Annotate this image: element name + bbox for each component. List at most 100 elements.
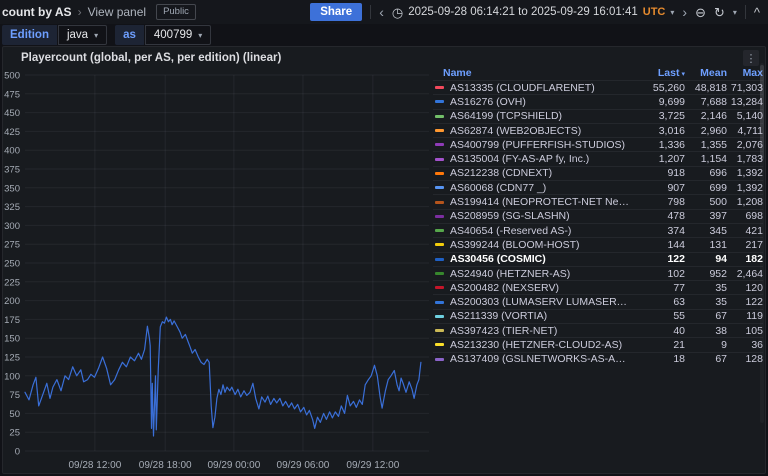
series-color-swatch bbox=[435, 171, 444, 175]
series-mean-value: 345 bbox=[709, 224, 727, 237]
series-name[interactable]: AS200482 (NEXSERV) bbox=[450, 282, 629, 294]
series-color-swatch bbox=[435, 143, 444, 147]
series-last-value: 40 bbox=[673, 324, 685, 337]
as-value: 400799 bbox=[153, 29, 193, 41]
series-max-value: 120 bbox=[745, 281, 763, 294]
series-name[interactable]: AS135004 (FY-AS-AP fy, Inc.) bbox=[450, 153, 629, 165]
column-header-last[interactable]: Last ▾ bbox=[629, 67, 685, 79]
legend-row[interactable]: AS13335 (CLOUDFLARENET) 55,260 48,818 71,30… bbox=[433, 80, 763, 94]
legend-row[interactable]: AS60068 (CDN77 _) 907 699 1,392 bbox=[433, 180, 763, 194]
legend-row[interactable]: AS397423 (TIER-NET) 40 38 105 bbox=[433, 323, 763, 337]
series-name[interactable]: AS397423 (TIER-NET) bbox=[450, 325, 629, 337]
time-range-picker[interactable]: ◷ 2025-09-28 06:14:21 to 2025-09-29 16:0… bbox=[392, 6, 675, 19]
series-name[interactable]: AS24940 (HETZNER-AS) bbox=[450, 268, 629, 280]
series-name[interactable]: AS62874 (WEB2OBJECTS) bbox=[450, 125, 629, 137]
series-mean-value: 2,146 bbox=[700, 110, 727, 123]
chevron-down-icon: ▾ bbox=[94, 30, 99, 40]
series-max-value: 182 bbox=[745, 253, 763, 266]
time-shift-forward-icon[interactable]: › bbox=[682, 5, 687, 19]
legend-row[interactable]: AS40654 (-Reserved AS-) 374 345 421 bbox=[433, 222, 763, 237]
series-max-value: 5,140 bbox=[736, 110, 763, 123]
series-name[interactable]: AS399244 (BLOOM-HOST) bbox=[450, 239, 629, 251]
series-name[interactable]: AS60068 (CDN77 _) bbox=[450, 182, 629, 194]
series-name[interactable]: AS400799 (PUFFERFISH-STUDIOS) bbox=[450, 139, 629, 151]
legend-row[interactable]: AS64199 (TCPSHIELD) 3,725 2,146 5,140 bbox=[433, 108, 763, 123]
series-color-swatch bbox=[435, 229, 444, 233]
time-shift-back-icon[interactable]: ‹ bbox=[379, 5, 384, 19]
series-mean-value: 952 bbox=[709, 267, 727, 280]
column-header-name[interactable]: Name bbox=[433, 67, 629, 79]
legend-row[interactable]: AS16276 (OVH) 9,699 7,688 13,284 bbox=[433, 94, 763, 108]
refresh-icon[interactable]: ↻ bbox=[714, 6, 725, 19]
legend-row[interactable]: AS400799 (PUFFERFISH-STUDIOS) 1,336 1,355 2… bbox=[433, 137, 763, 151]
series-last-value: 63 bbox=[673, 296, 685, 309]
series-name[interactable]: AS212238 (CDNEXT) bbox=[450, 167, 629, 179]
column-header-mean[interactable]: Mean bbox=[685, 67, 727, 79]
series-color-swatch bbox=[435, 329, 444, 333]
series-last-value: 77 bbox=[673, 281, 685, 294]
legend-row[interactable]: AS62874 (WEB2OBJECTS) 3,016 2,960 4,711 bbox=[433, 122, 764, 137]
legend-row[interactable]: AS211339 (VORTIA) 55 67 119 bbox=[433, 308, 763, 323]
svg-text:500: 500 bbox=[4, 71, 20, 82]
series-max-value: 1,783 bbox=[736, 153, 763, 166]
series-mean-value: 699 bbox=[709, 181, 727, 194]
series-last-value: 18 bbox=[673, 353, 685, 366]
series-name[interactable]: AS64199 (TCPSHIELD) bbox=[450, 110, 629, 122]
series-max-value: 2,464 bbox=[736, 267, 763, 280]
series-name[interactable]: AS137409 (GSLNETWORKS-AS-AP GSL Networks… bbox=[450, 353, 629, 365]
legend-row[interactable]: AS399244 (BLOOM-HOST) 144 131 217 bbox=[433, 237, 763, 251]
svg-text:125: 125 bbox=[4, 353, 20, 364]
svg-text:450: 450 bbox=[4, 108, 20, 119]
series-last-value: 374 bbox=[667, 224, 685, 237]
legend-row[interactable]: AS24940 (HETZNER-AS) 102 952 2,464 bbox=[433, 265, 763, 280]
series-mean-value: 38 bbox=[715, 324, 727, 337]
series-last-value: 478 bbox=[667, 210, 685, 223]
timeseries-panel: Playercount (global, per AS, per edition… bbox=[2, 46, 766, 474]
refresh-interval-chevron-icon[interactable]: ▾ bbox=[733, 8, 737, 17]
series-name[interactable]: AS208959 (SG-SLASHN) bbox=[450, 210, 629, 222]
timeseries-chart[interactable]: 0 25 50 75 100 125 150 175 200 225 250 275 300 325 350… bbox=[1, 63, 433, 476]
legend-header-row: Name Last ▾ Mean Max bbox=[433, 65, 763, 80]
edition-select[interactable]: java ▾ bbox=[57, 25, 108, 45]
legend-row[interactable]: AS200482 (NEXSERV) 77 35 120 bbox=[433, 280, 763, 294]
legend-row[interactable]: AS137409 (GSLNETWORKS-AS-AP GSL Networks… bbox=[433, 351, 763, 366]
share-button[interactable]: Share bbox=[310, 3, 363, 21]
series-name[interactable]: AS40654 (-Reserved AS-) bbox=[450, 225, 629, 237]
series-name[interactable]: AS199414 (NEOPROTECT-NET NeoProtect) bbox=[450, 196, 629, 208]
legend-row[interactable]: AS200303 (LUMASERV LUMASERV GmbH) 63 35 122 bbox=[433, 294, 763, 308]
as-select[interactable]: 400799 ▾ bbox=[144, 25, 212, 45]
series-name[interactable]: AS13335 (CLOUDFLARENET) bbox=[450, 82, 629, 94]
legend-rows: AS13335 (CLOUDFLARENET) 55,260 48,818 71,30… bbox=[433, 80, 763, 366]
column-header-max[interactable]: Max bbox=[727, 67, 763, 79]
series-max-value: 128 bbox=[745, 353, 763, 366]
breadcrumb-dashboard[interactable]: count by AS bbox=[2, 5, 72, 19]
public-badge: Public bbox=[156, 4, 196, 20]
legend-scrollbar-thumb[interactable] bbox=[760, 65, 764, 160]
legend-row[interactable]: AS30456 (COSMIC) 122 94 182 bbox=[433, 251, 763, 266]
series-mean-value: 48,818 bbox=[694, 81, 727, 94]
svg-text:09/28 12:00: 09/28 12:00 bbox=[68, 460, 121, 471]
series-name[interactable]: AS213230 (HETZNER-CLOUD2-AS) bbox=[450, 339, 629, 351]
legend-row[interactable]: AS208959 (SG-SLASHN) 478 397 698 bbox=[433, 208, 763, 223]
series-max-value: 4,711 bbox=[737, 124, 764, 137]
series-name[interactable]: AS30456 (COSMIC) bbox=[450, 253, 629, 265]
panel-menu-icon[interactable]: ⋮ bbox=[743, 50, 759, 66]
zoom-out-icon[interactable]: ⊖ bbox=[695, 6, 706, 19]
series-name[interactable]: AS16276 (OVH) bbox=[450, 96, 629, 108]
series-mean-value: 94 bbox=[715, 253, 727, 266]
series-color-swatch bbox=[435, 186, 444, 190]
series-color-swatch bbox=[435, 300, 444, 304]
series-name[interactable]: AS200303 (LUMASERV LUMASERV GmbH) bbox=[450, 296, 629, 308]
legend-row[interactable]: AS212238 (CDNEXT) 918 696 1,392 bbox=[433, 165, 763, 180]
collapse-toolbar-icon[interactable]: ^ bbox=[754, 6, 760, 19]
legend-row[interactable]: AS199414 (NEOPROTECT-NET NeoProtect) 798 5… bbox=[433, 194, 763, 208]
series-name[interactable]: AS211339 (VORTIA) bbox=[450, 310, 629, 322]
svg-text:175: 175 bbox=[4, 315, 20, 326]
variable-edition: Edition java ▾ bbox=[2, 25, 108, 45]
series-color-swatch bbox=[435, 272, 444, 275]
legend-row[interactable]: AS135004 (FY-AS-AP fy, Inc.) 1,207 1,154 1,… bbox=[433, 151, 763, 165]
svg-text:100: 100 bbox=[4, 371, 20, 382]
series-mean-value: 1,154 bbox=[700, 153, 727, 166]
series-color-swatch bbox=[435, 257, 444, 261]
legend-row[interactable]: AS213230 (HETZNER-CLOUD2-AS) 21 9 36 bbox=[433, 337, 763, 351]
